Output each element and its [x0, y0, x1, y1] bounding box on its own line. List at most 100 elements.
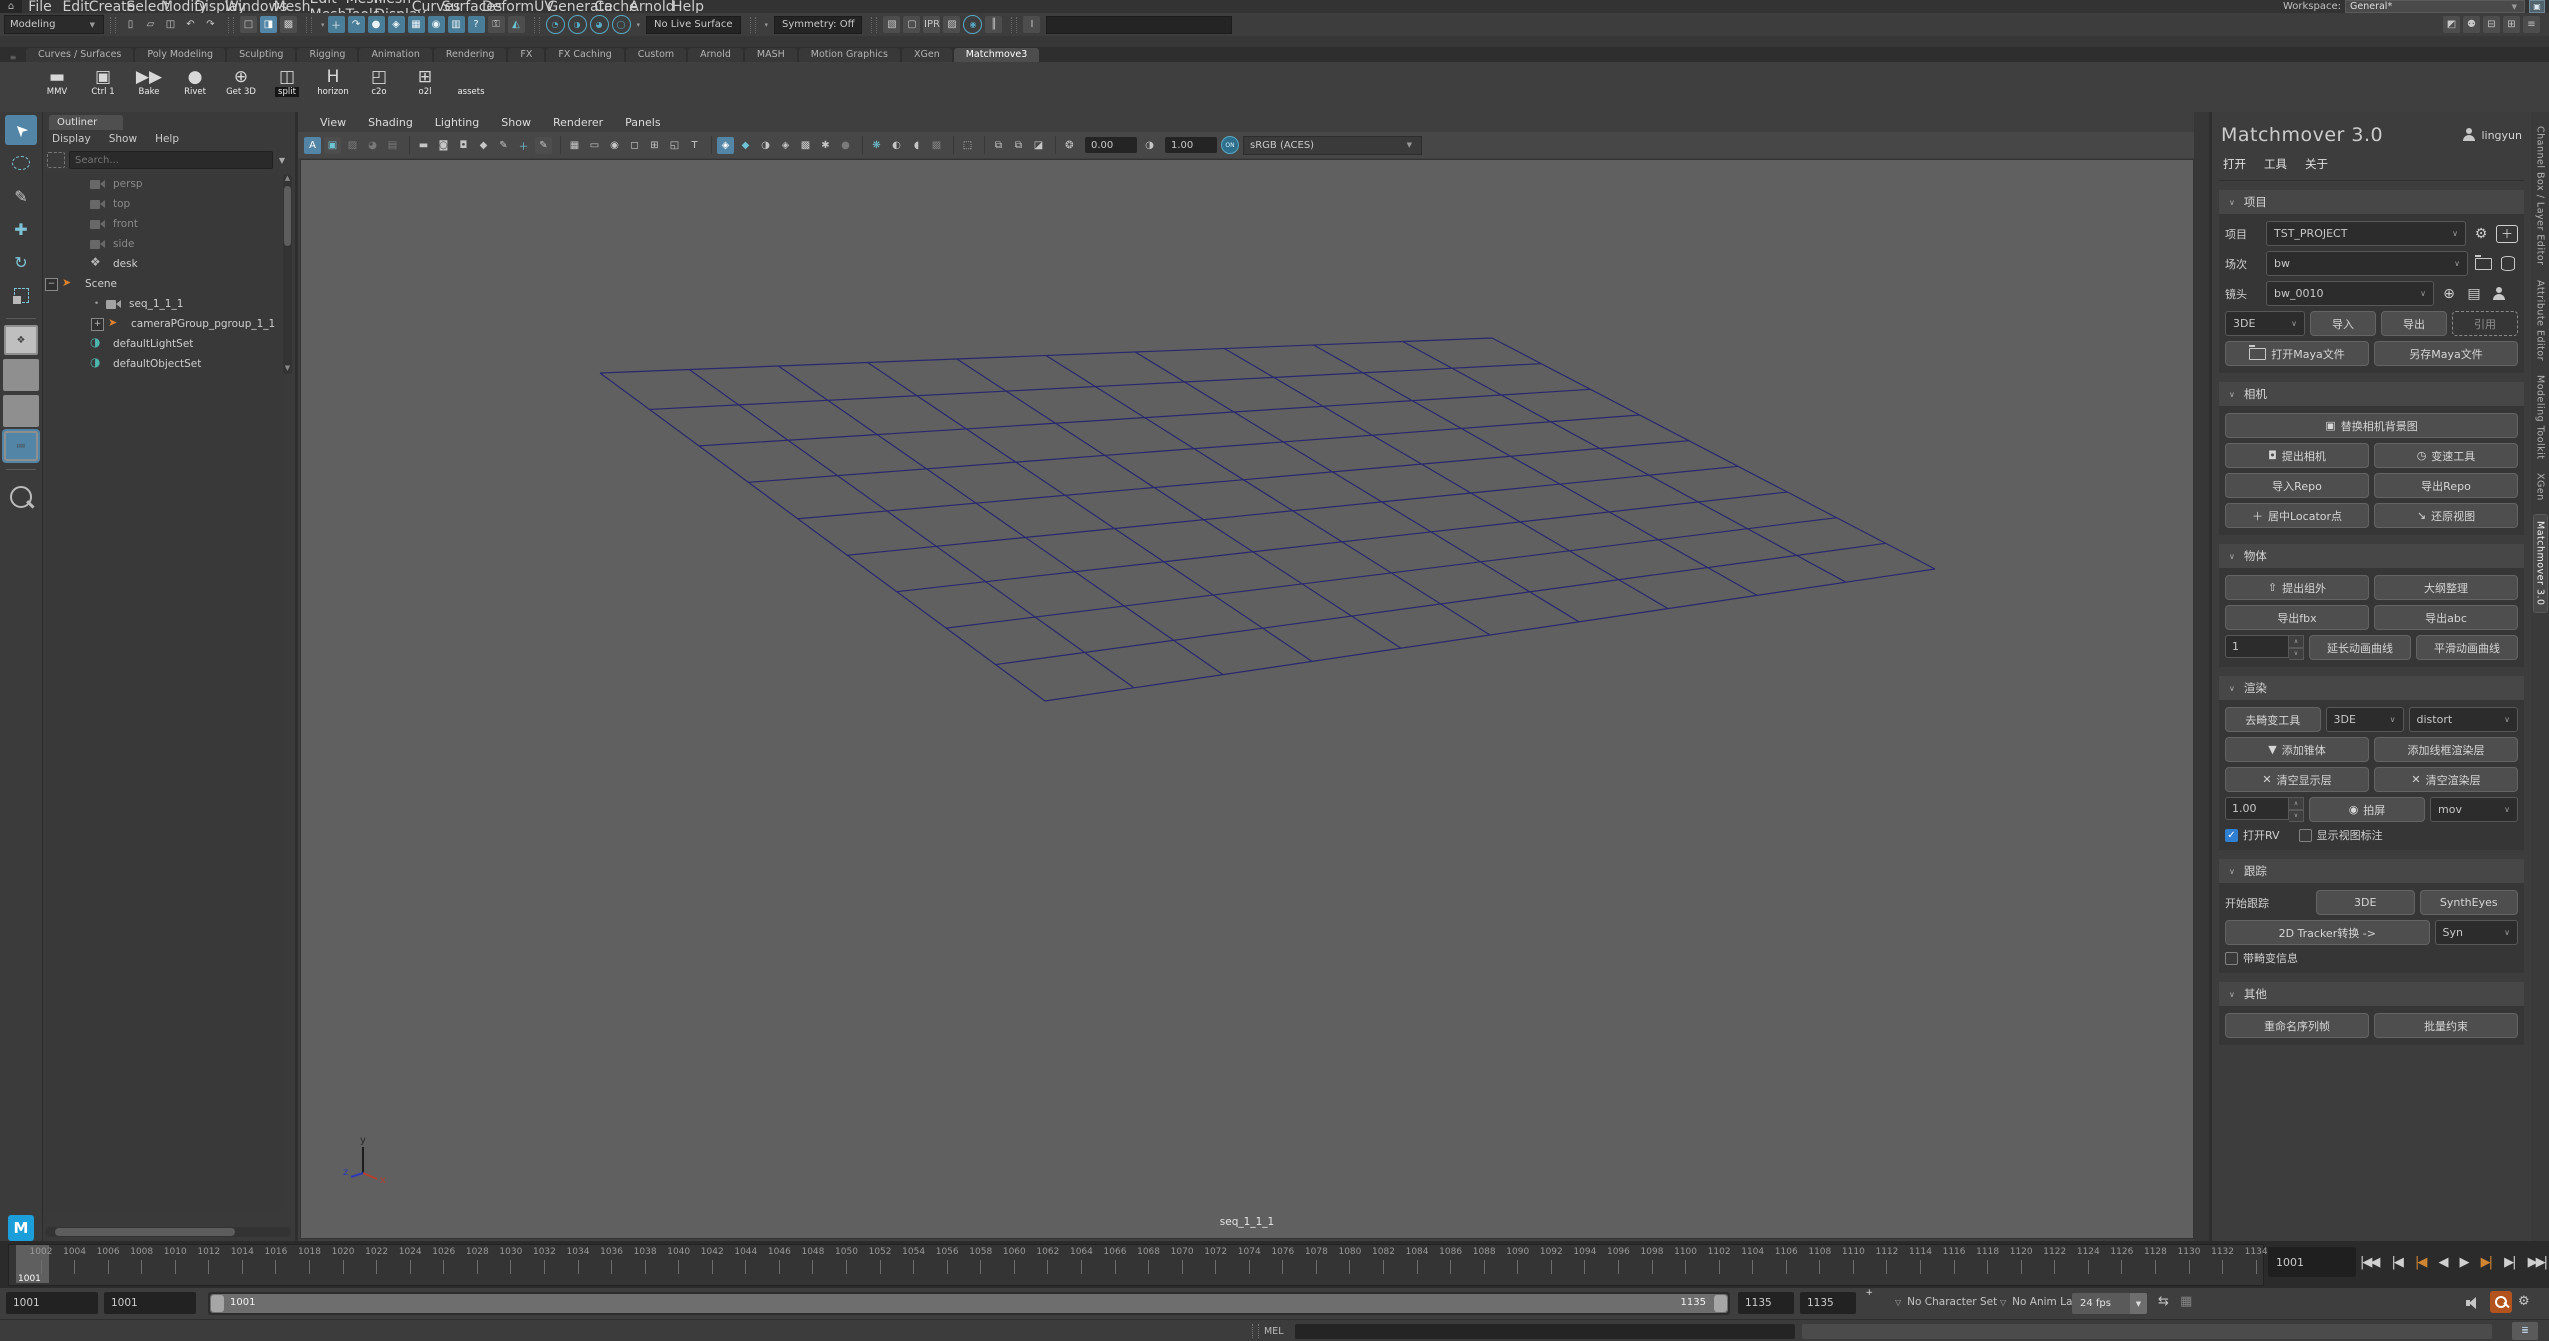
outliner-menu-item[interactable]: Help: [146, 133, 188, 145]
shelf-tab[interactable]: XGen: [902, 48, 952, 62]
sidebar-tab[interactable]: Modeling Toolkit: [2535, 375, 2546, 460]
viewport-toolbar-icon[interactable]: ▤: [384, 137, 401, 154]
viewport-toolbar-icon[interactable]: ✱: [817, 137, 834, 154]
shelf-tab[interactable]: Animation: [359, 48, 431, 62]
shelf-button[interactable]: ⊕ Get 3D: [218, 65, 264, 97]
viewport-toolbar-icon[interactable]: ＋: [515, 137, 532, 154]
export-repo-button[interactable]: 导出Repo: [2374, 473, 2518, 498]
viewport-toolbar-icon[interactable]: ⊞: [646, 137, 663, 154]
stepper-up-icon[interactable]: ∧: [2289, 797, 2304, 810]
statusline-icon[interactable]: ↷: [202, 16, 219, 33]
viewport-toolbar-icon[interactable]: [1055, 136, 1056, 154]
viewport-toolbar-icon[interactable]: [953, 136, 954, 154]
shelf-button[interactable]: ⊞ o2l: [402, 65, 448, 97]
viewport-toolbar-icon[interactable]: ◈: [717, 137, 734, 154]
statusline-grip[interactable]: [534, 17, 540, 33]
scroll-down-icon[interactable]: ▼: [283, 364, 292, 374]
viewport-toolbar-icon[interactable]: ◪: [1030, 137, 1047, 154]
matchmover-menu-item[interactable]: 打开: [2223, 156, 2246, 172]
range-slider-bar[interactable]: 1001 1135: [210, 1294, 1728, 1313]
open-rv-checkbox[interactable]: ✓: [2225, 829, 2238, 842]
export-fbx-button[interactable]: 导出fbx: [2225, 605, 2369, 630]
animation-start-field[interactable]: 1001: [6, 1292, 98, 1314]
viewport-toolbar-icon[interactable]: ◉: [606, 137, 623, 154]
viewport-toolbar-icon[interactable]: ⧉: [990, 137, 1007, 154]
section-header-camera[interactable]: ∨相机: [2219, 382, 2524, 406]
rename-sequence-button[interactable]: 重命名序列帧: [2225, 1013, 2369, 1038]
viewport-toolbar-icon[interactable]: [711, 136, 712, 154]
menu-item[interactable]: Edit Mesh: [310, 0, 346, 13]
statusline-grip[interactable]: [750, 17, 756, 33]
outliner-item[interactable]: − Scene: [45, 274, 281, 294]
database-icon[interactable]: [2498, 254, 2518, 274]
sidebar-tab[interactable]: Channel Box / Layer Editor: [2535, 126, 2546, 266]
viewport-toolbar-icon[interactable]: ◙: [435, 137, 452, 154]
matchmover-menu-item[interactable]: 工具: [2264, 156, 2287, 172]
playblast-format-select[interactable]: mov∨: [2430, 797, 2518, 822]
gamma-icon[interactable]: ◑: [1141, 137, 1158, 154]
shelf-tab[interactable]: Rendering: [434, 48, 507, 62]
statusline-grip[interactable]: [228, 17, 234, 33]
sidebar-toggle-icon[interactable]: ⊟: [2483, 16, 2500, 33]
viewport-menu-item[interactable]: Shading: [368, 116, 413, 129]
expander-icon[interactable]: •: [91, 299, 102, 310]
playback-button[interactable]: ▶|: [2481, 1255, 2491, 1270]
playback-button[interactable]: ▶: [2460, 1255, 2468, 1270]
viewport-toolbar-icon[interactable]: ▣: [324, 137, 341, 154]
history-icon[interactable]: ◔: [546, 15, 565, 34]
command-input[interactable]: [1295, 1324, 1795, 1339]
paint-select-tool[interactable]: ✎: [5, 181, 37, 211]
playback-end-field[interactable]: 1135: [1738, 1292, 1794, 1314]
select-tool[interactable]: ➤: [5, 115, 37, 145]
history-icon[interactable]: ◕: [590, 15, 609, 34]
viewport-toolbar-icon[interactable]: ▭: [586, 137, 603, 154]
statusline-grip[interactable]: [110, 17, 116, 33]
project-select[interactable]: TST_PROJECT∨: [2266, 221, 2466, 246]
viewport-menu-item[interactable]: Lighting: [435, 116, 479, 129]
viewport-3d-view[interactable]: y x z seq_1_1_1: [300, 159, 2194, 1239]
viewport-menu-item[interactable]: Show: [501, 116, 531, 129]
timeline-ruler[interactable]: 1002100410061008101010121014101610181020…: [8, 1244, 2264, 1286]
viewport-toolbar-icon[interactable]: A: [304, 137, 321, 154]
outliner-item[interactable]: defaultLightSet: [45, 334, 281, 354]
render-icon[interactable]: ◉: [963, 15, 982, 34]
outliner-horizontal-scrollbar[interactable]: [45, 1227, 291, 1237]
open-maya-file-button[interactable]: 打开Maya文件: [2225, 341, 2369, 366]
add-cone-button[interactable]: ▼添加锥体: [2225, 737, 2369, 762]
outliner-item[interactable]: side: [45, 234, 281, 254]
scroll-up-icon[interactable]: ▲: [283, 174, 292, 184]
tracker-target-select[interactable]: Syn∨: [2435, 920, 2519, 945]
viewport-toolbar-icon[interactable]: ●: [837, 137, 854, 154]
gamma-field[interactable]: 1.00: [1165, 137, 1217, 153]
scale-tool[interactable]: [5, 280, 37, 310]
viewport-toolbar-icon[interactable]: ◱: [666, 137, 683, 154]
current-frame-field[interactable]: 1001: [2268, 1247, 2356, 1277]
exposure-field[interactable]: 0.00: [1085, 137, 1137, 153]
outliner-item[interactable]: defaultObjectSet: [45, 354, 281, 374]
shelf-tab[interactable]: Custom: [626, 48, 686, 62]
shelf-tab[interactable]: MASH: [745, 48, 797, 62]
live-surface-field[interactable]: No Live Surface: [646, 16, 740, 34]
outliner-menu-item[interactable]: Display: [43, 133, 100, 145]
lock-icon[interactable]: ⚿: [488, 16, 505, 33]
refresh-folder-icon[interactable]: [2473, 254, 2493, 274]
snap-icon[interactable]: ●: [368, 16, 385, 33]
sidebar-toggle-icon[interactable]: ⊞: [2503, 16, 2520, 33]
render-engine-select[interactable]: 3DE∨: [2326, 707, 2404, 732]
batch-constraint-button[interactable]: 批量约束: [2374, 1013, 2518, 1038]
viewport-toolbar-icon[interactable]: ◘: [455, 137, 472, 154]
snap-icon[interactable]: ?: [468, 16, 485, 33]
shelf-tab[interactable]: Motion Graphics: [799, 48, 900, 62]
outliner-item[interactable]: persp: [45, 174, 281, 194]
playback-button[interactable]: |◀◀: [2360, 1255, 2378, 1270]
workspace-select[interactable]: General*▼: [2345, 0, 2525, 13]
outliner-persp-layout-button[interactable]: ≔: [4, 431, 38, 461]
stepper-up-icon[interactable]: ∧: [2289, 635, 2304, 648]
viewport-toolbar-icon[interactable]: ⬚: [959, 137, 976, 154]
range-slider[interactable]: 1001 1135: [208, 1292, 1730, 1315]
auto-keyframe-toggle[interactable]: [2490, 1291, 2512, 1313]
viewport-toolbar-icon[interactable]: ▨: [344, 137, 361, 154]
snap-icon[interactable]: ↷: [348, 16, 365, 33]
expander-icon[interactable]: −: [45, 278, 58, 291]
selection-mode-icon[interactable]: ▩: [280, 16, 297, 33]
